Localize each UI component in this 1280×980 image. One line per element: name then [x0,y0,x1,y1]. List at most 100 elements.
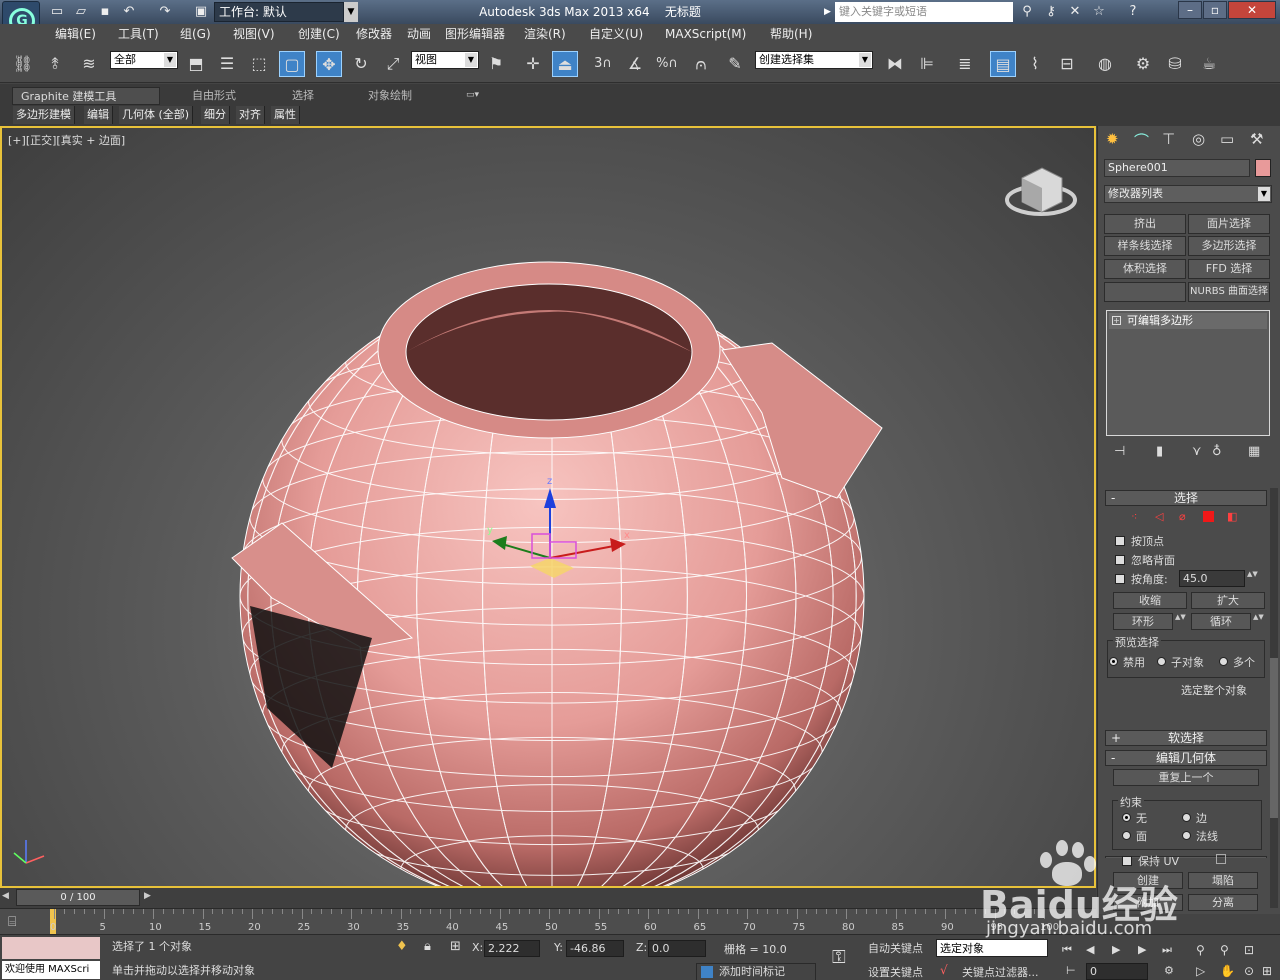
select-and-scale-icon[interactable]: ⤢ [380,51,406,77]
field-of-view-icon[interactable]: ▷ [1196,964,1205,978]
time-prev-icon[interactable]: ◀ [2,891,9,901]
close-button[interactable]: ✕ [1228,1,1276,19]
angle-spinner-arrows-icon[interactable]: ▲▼ [1247,570,1258,587]
align-icon[interactable]: ⊫ [914,51,940,77]
minimize-button[interactable]: – [1178,1,1202,19]
select-and-move-icon[interactable]: ✥ [316,51,342,77]
create-button[interactable]: 创建 [1113,872,1183,889]
menu-create[interactable]: 创建(C) [298,24,340,45]
repeat-last-button[interactable]: 重复上一个 [1113,769,1259,786]
pin-stack-icon[interactable]: ⊣ [1114,444,1125,459]
selection-lock-icon[interactable]: 🔒︎ [424,939,431,954]
menu-tools[interactable]: 工具(T) [118,24,159,45]
configure-modifier-sets-icon[interactable]: ▦ [1248,444,1260,459]
go-to-end-icon[interactable]: ⏭ [1162,943,1172,957]
by-angle-checkbox[interactable] [1115,574,1125,584]
tools-icon[interactable]: ✕ [1066,3,1084,21]
menu-customize[interactable]: 自定义(U) [589,24,643,45]
grow-button[interactable]: 扩大 [1191,592,1265,609]
ring-spinner-icon[interactable]: ▲▼ [1175,613,1186,630]
time-next-icon[interactable]: ▶ [144,891,151,901]
percent-snap-icon[interactable]: %∩ [654,51,680,77]
preserve-uv-checkbox[interactable] [1122,856,1132,866]
utilities-tab-icon[interactable]: ⚒ [1250,130,1263,148]
track-bar[interactable]: ⌸ 0 5 10 15 20 25 30 35 40 45 50 55 60 65 70 75 80 85 90 95… [0,908,1096,934]
search-expand-icon[interactable]: ▶ [824,3,834,21]
render-setup-icon[interactable]: ⚙ [1130,51,1156,77]
graphite-toggle-icon[interactable]: ▤ [990,51,1016,77]
ribbon-align[interactable]: 对齐 [236,106,265,124]
ribbon-tab-graphite[interactable]: Graphite 建模工具 [12,87,160,105]
modifier-volume-select-button[interactable]: 体积选择 [1104,259,1186,279]
set-key-icon[interactable]: ⚿ [832,947,846,968]
polygon-mode-icon[interactable] [1203,511,1214,522]
ribbon-geometry-all[interactable]: 几何体 (全部) [119,106,194,124]
collapse-button[interactable]: 塌陷 [1188,872,1258,889]
create-tab-icon[interactable]: ✹ [1106,130,1119,148]
project-folder-icon[interactable]: ▣ [192,3,210,21]
redo-icon[interactable]: ↷ [156,3,174,21]
modify-tab-icon[interactable]: ⌒ [1134,130,1149,151]
rollout-edit-geometry[interactable]: - 编辑几何体 [1105,750,1267,766]
menu-rendering[interactable]: 渲染(R) [524,24,566,45]
y-coordinate-field[interactable]: -46.86 [566,940,624,957]
unlink-icon[interactable]: ⥉ [42,51,68,77]
edge-mode-icon[interactable]: ◁ [1155,510,1163,523]
edit-named-selection-icon[interactable]: ✎ [722,51,748,77]
vertex-mode-icon[interactable]: ⁖ [1131,510,1137,523]
menu-modifiers[interactable]: 修改器 [356,24,392,45]
ribbon-options-icon[interactable]: ▭▾ [466,90,479,100]
pan-view-icon[interactable]: ✋ [1220,964,1235,978]
ribbon-subdivision[interactable]: 细分 [201,106,230,124]
rendered-frame-window-icon[interactable]: ⛁ [1162,51,1188,77]
modifier-patch-select-button[interactable]: 面片选择 [1188,214,1270,234]
ribbon-polygon-modeling[interactable]: 多边形建模 [13,106,75,124]
viewcube-icon[interactable] [1005,167,1077,216]
menu-views[interactable]: 视图(V) [233,24,275,45]
menu-help[interactable]: 帮助(H) [770,24,812,45]
motion-tab-icon[interactable]: ◎ [1192,130,1205,148]
set-key-button[interactable]: 设置关键点 [868,964,923,980]
keyboard-shortcut-override-icon[interactable]: ⏏ [552,51,578,77]
menu-animation[interactable]: 动画 [407,24,431,45]
display-tab-icon[interactable]: ▭ [1220,130,1234,148]
border-mode-icon[interactable]: ⌀ [1179,510,1186,523]
rollout-selection-header[interactable]: - 选择 [1105,490,1267,506]
menu-maxscript[interactable]: MAXScript(M) [665,24,746,45]
modifier-list-dropdown[interactable]: 修改器列表 ▼ [1104,185,1272,203]
key-icon[interactable]: ⚷ [1042,3,1060,21]
mirror-icon[interactable]: ⧓ [882,51,908,77]
loop-button[interactable]: 循环 [1191,613,1251,630]
ring-button[interactable]: 环形 [1113,613,1173,630]
maximize-viewport-icon[interactable]: ⊞ [1262,964,1272,978]
absolute-transform-icon[interactable]: ⊞ [450,939,461,954]
constraint-normal-radio[interactable] [1182,831,1191,840]
ignore-backface-checkbox[interactable] [1115,555,1125,565]
key-target-dropdown[interactable]: 选定对象 [936,939,1048,957]
zoom-icon[interactable]: ⚲ [1196,943,1205,957]
named-selection-sets-dropdown[interactable]: 创建选择集 ▼ [755,51,873,69]
bind-space-warp-icon[interactable]: ≋ [76,51,102,77]
current-frame-field[interactable]: 0 [1086,963,1148,980]
spinner-snap-icon[interactable]: ⩀ [688,51,714,77]
time-slider[interactable]: 0 / 100 [16,889,140,906]
constraint-none-radio[interactable] [1122,813,1131,822]
expand-plus-icon[interactable]: + [1112,316,1121,325]
object-name-field[interactable]: Sphere001 [1104,159,1250,177]
key-filters-button[interactable]: 关键点过滤器... [962,964,1039,980]
maximize-button[interactable]: ▫ [1203,1,1227,19]
stack-item-editable-poly[interactable]: + 可编辑多边形 [1109,313,1267,329]
next-frame-icon[interactable]: ▶ [1138,943,1146,956]
snaps-toggle-icon[interactable]: 3∩ [590,51,616,77]
rectangular-selection-icon[interactable]: ⬚ [246,51,272,77]
selection-filter-dropdown[interactable]: 全部 ▼ [110,51,178,69]
modifier-empty-button[interactable] [1104,282,1186,302]
modifier-nurbs-select-button[interactable]: NURBS 曲面选择 [1188,282,1270,302]
rollout-soft-selection[interactable]: + 软选择 [1105,730,1267,746]
modifier-ffd-select-button[interactable]: FFD 选择 [1188,259,1270,279]
show-end-result-icon[interactable]: ▮ [1156,444,1163,459]
by-vertex-checkbox[interactable] [1115,536,1125,546]
maxscript-mini-listener[interactable]: 欢迎使用 MAXScri [2,961,100,979]
favorites-star-icon[interactable]: ☆ [1090,3,1108,21]
attach-button[interactable]: 附加 [1113,894,1183,911]
